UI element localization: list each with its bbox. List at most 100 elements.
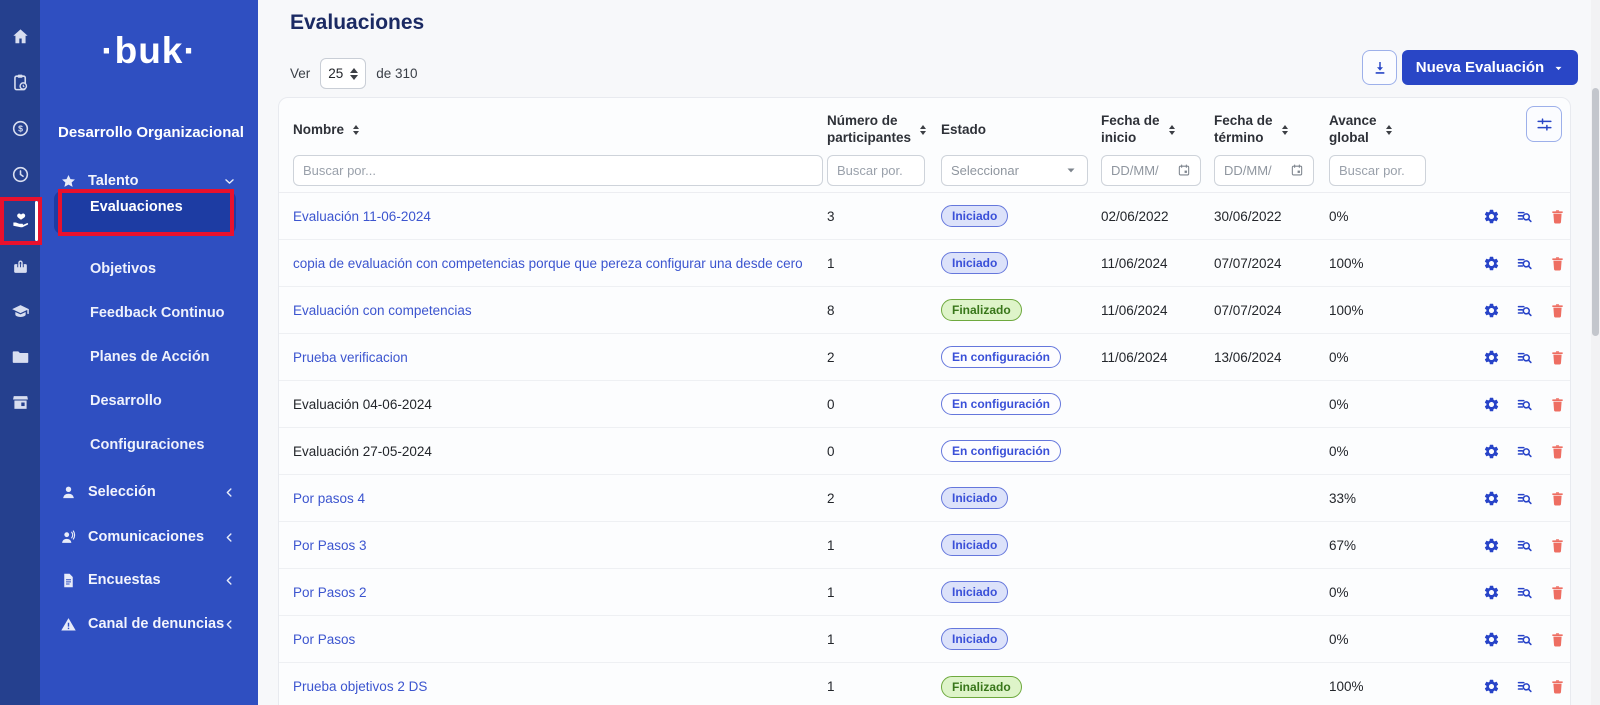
list-search-icon[interactable]: [1516, 678, 1533, 695]
list-search-icon[interactable]: [1516, 349, 1533, 366]
progress-value: 100%: [1329, 256, 1441, 271]
trash-icon[interactable]: [1549, 584, 1566, 601]
evaluation-name-link[interactable]: Evaluación 27-05-2024: [293, 444, 827, 459]
table-row: Por Pasos 1 Iniciado 0%: [279, 616, 1570, 663]
list-search-icon[interactable]: [1516, 443, 1533, 460]
column-header-estado[interactable]: Estado: [941, 122, 1101, 139]
sidebar-item-encuestas[interactable]: Encuestas: [40, 566, 258, 594]
storefront-icon[interactable]: [0, 382, 40, 422]
sidebar-item-objetivos[interactable]: Objetivos: [90, 255, 156, 283]
trash-icon[interactable]: [1549, 255, 1566, 272]
gear-icon[interactable]: [1483, 537, 1500, 554]
trash-icon[interactable]: [1549, 678, 1566, 695]
gear-icon[interactable]: [1483, 631, 1500, 648]
trash-icon[interactable]: [1549, 537, 1566, 554]
gear-icon[interactable]: [1483, 208, 1500, 225]
evaluation-name-link[interactable]: Por Pasos: [293, 632, 827, 647]
list-search-icon[interactable]: [1516, 584, 1533, 601]
list-search-icon[interactable]: [1516, 255, 1533, 272]
sidebar-item-seleccion[interactable]: Selección: [40, 478, 258, 506]
sidebar-item-canal-de-denuncias[interactable]: Canal de denuncias: [40, 610, 258, 638]
trash-icon[interactable]: [1549, 631, 1566, 648]
sidebar-item-configuraciones[interactable]: Configuraciones: [90, 431, 204, 459]
gear-icon[interactable]: [1483, 678, 1500, 695]
status-badge: En configuración: [941, 393, 1061, 415]
table-row: Evaluación 27-05-2024 0 En configuración…: [279, 428, 1570, 475]
column-header-fecha-inicio[interactable]: Fecha deinicio: [1101, 113, 1214, 147]
list-search-icon[interactable]: [1516, 537, 1533, 554]
trash-icon[interactable]: [1549, 396, 1566, 413]
trash-icon[interactable]: [1549, 490, 1566, 507]
evaluation-name-link[interactable]: Por Pasos 3: [293, 538, 827, 553]
gear-icon[interactable]: [1483, 584, 1500, 601]
per-page-select[interactable]: 25: [320, 58, 366, 89]
sidebar-item-desarrollo[interactable]: Desarrollo: [90, 387, 162, 415]
evaluation-name-link[interactable]: Prueba objetivos 2 DS: [293, 679, 827, 694]
gear-icon[interactable]: [1483, 396, 1500, 413]
download-button[interactable]: [1362, 50, 1397, 85]
column-header-participantes[interactable]: Número departicipantes: [827, 113, 941, 147]
dollar-icon[interactable]: $: [0, 108, 40, 148]
filter-estado-select[interactable]: Seleccionar: [941, 155, 1088, 186]
column-header-fecha-termino[interactable]: Fecha detérmino: [1214, 113, 1329, 147]
start-date: 11/06/2024: [1101, 303, 1214, 318]
table-header-row: Nombre Número departicipantes Estado Fec…: [279, 98, 1570, 148]
total-count-label: de 310: [376, 66, 417, 81]
row-actions: [1441, 443, 1570, 460]
row-actions: [1441, 208, 1570, 225]
list-search-icon[interactable]: [1516, 302, 1533, 319]
filter-fecha-inicio-input[interactable]: DD/MM/: [1101, 155, 1201, 186]
column-header-avance[interactable]: Avanceglobal: [1329, 113, 1441, 147]
trash-icon[interactable]: [1549, 349, 1566, 366]
trash-icon[interactable]: [1549, 208, 1566, 225]
row-actions: [1441, 302, 1570, 319]
scrollbar-track[interactable]: [1591, 0, 1600, 705]
evaluation-name-link[interactable]: Evaluación 11-06-2024: [293, 209, 827, 224]
progress-value: 100%: [1329, 679, 1441, 694]
list-search-icon[interactable]: [1516, 631, 1533, 648]
status-badge: Iniciado: [941, 628, 1008, 650]
home-icon[interactable]: [0, 16, 40, 56]
calendar-icon: [1290, 163, 1304, 177]
column-settings-button[interactable]: [1526, 106, 1562, 142]
sort-icon[interactable]: [1386, 125, 1392, 135]
progress-value: 0%: [1329, 444, 1441, 459]
gear-icon[interactable]: [1483, 490, 1500, 507]
row-actions: [1441, 490, 1570, 507]
gear-icon[interactable]: [1483, 443, 1500, 460]
evaluation-name-link[interactable]: Por Pasos 2: [293, 585, 827, 600]
evaluation-name-link[interactable]: copia de evaluación con competencias por…: [293, 256, 827, 271]
trash-icon[interactable]: [1549, 302, 1566, 319]
toolbox-icon[interactable]: [0, 246, 40, 286]
filter-avance-input[interactable]: [1329, 155, 1426, 186]
sidebar-item-planes-de-accion[interactable]: Planes de Acción: [90, 343, 210, 371]
list-search-icon[interactable]: [1516, 208, 1533, 225]
start-date: 02/06/2022: [1101, 209, 1214, 224]
filter-participantes-input[interactable]: [827, 155, 925, 186]
gear-icon[interactable]: [1483, 349, 1500, 366]
evaluation-name-link[interactable]: Evaluación con competencias: [293, 303, 827, 318]
list-search-icon[interactable]: [1516, 490, 1533, 507]
scrollbar-thumb[interactable]: [1592, 88, 1599, 336]
sort-icon[interactable]: [920, 125, 926, 135]
list-search-icon[interactable]: [1516, 396, 1533, 413]
clock-icon[interactable]: [0, 154, 40, 194]
sort-icon[interactable]: [1169, 125, 1175, 135]
evaluation-name-link[interactable]: Evaluación 04-06-2024: [293, 397, 827, 412]
gear-icon[interactable]: [1483, 302, 1500, 319]
sidebar-item-comunicaciones[interactable]: Comunicaciones: [40, 523, 258, 551]
graduation-cap-icon[interactable]: [0, 291, 40, 331]
folder-icon[interactable]: [0, 336, 40, 376]
sort-icon[interactable]: [1282, 125, 1288, 135]
gear-icon[interactable]: [1483, 255, 1500, 272]
evaluation-name-link[interactable]: Por pasos 4: [293, 491, 827, 506]
new-evaluation-button[interactable]: Nueva Evaluación: [1402, 50, 1578, 85]
sidebar-item-feedback-continuo[interactable]: Feedback Continuo: [90, 299, 225, 327]
clipboard-clock-icon[interactable]: [0, 62, 40, 102]
column-header-nombre[interactable]: Nombre: [293, 122, 827, 139]
filter-fecha-termino-input[interactable]: DD/MM/: [1214, 155, 1314, 186]
trash-icon[interactable]: [1549, 443, 1566, 460]
sort-icon[interactable]: [353, 125, 359, 135]
filter-nombre-input[interactable]: [293, 155, 823, 186]
evaluation-name-link[interactable]: Prueba verificacion: [293, 350, 827, 365]
